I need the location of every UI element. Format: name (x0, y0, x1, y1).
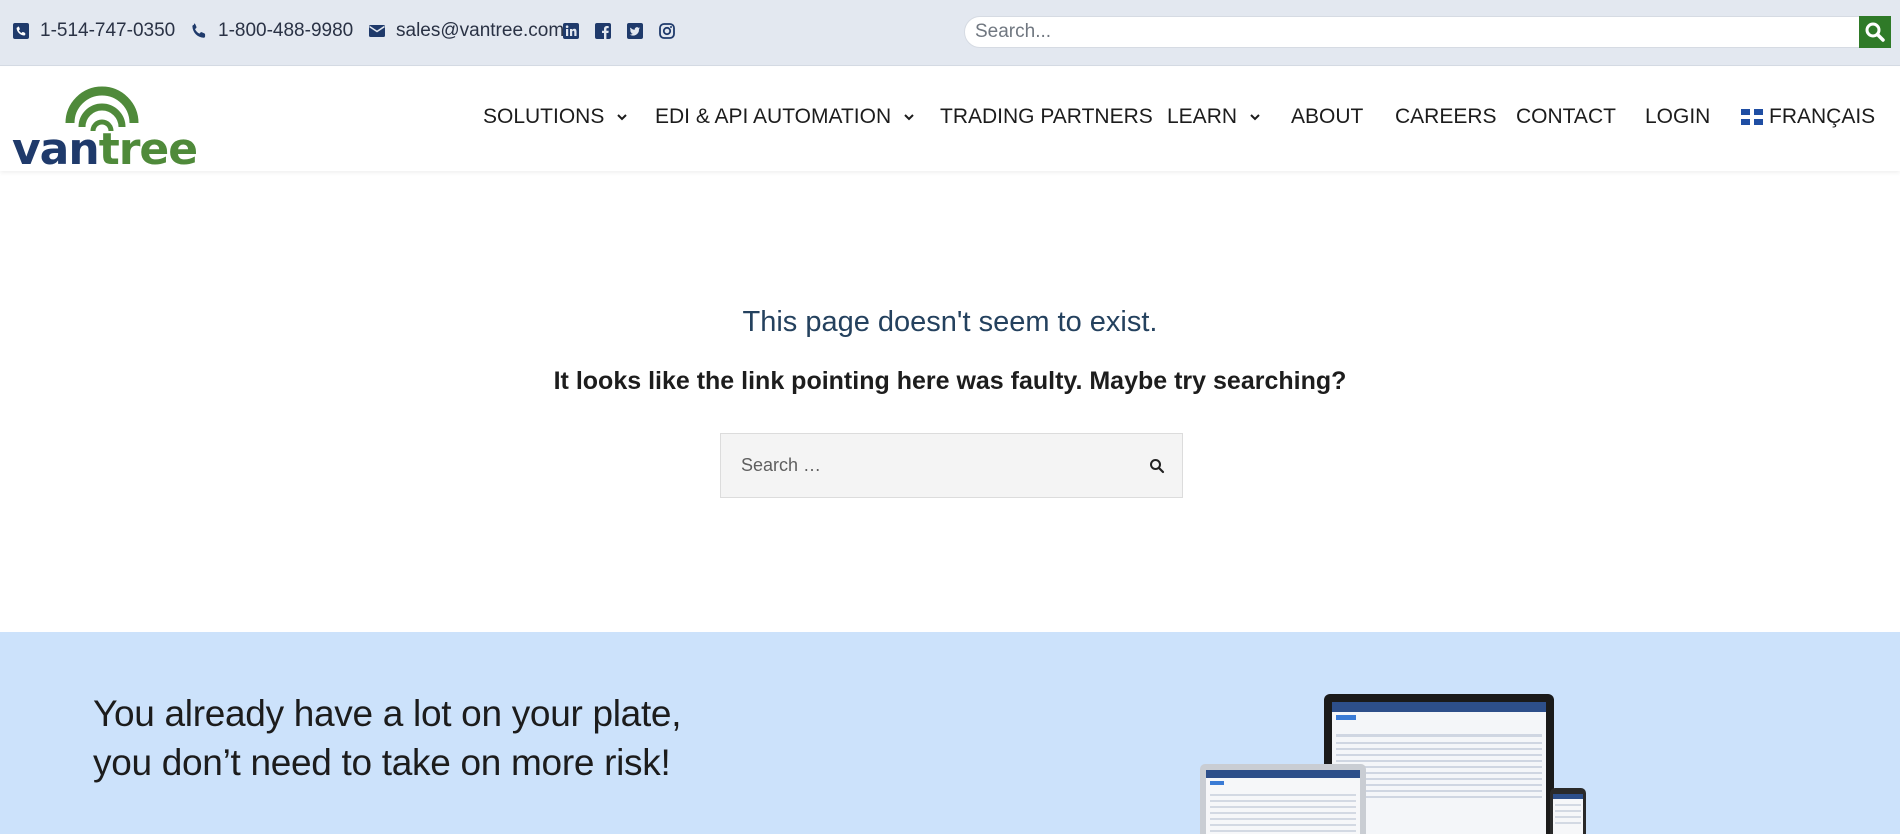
page-search-form (720, 433, 1183, 498)
phone-square-icon (12, 22, 30, 40)
vantree-logo[interactable]: vantree (12, 77, 218, 175)
banner-heading-line1: You already have a lot on your plate, (93, 693, 682, 734)
email-link[interactable]: sales@vantree.com (368, 20, 564, 42)
twitter-icon[interactable] (626, 22, 644, 40)
nav-francais-label: FRANÇAIS (1769, 105, 1876, 128)
email-text: sales@vantree.com (396, 20, 565, 41)
svg-text:vantree: vantree (12, 124, 197, 165)
nav-contact-label: CONTACT (1516, 105, 1616, 128)
page-search-button[interactable] (1145, 454, 1169, 478)
nav-edi-label: EDI & API AUTOMATION (655, 105, 892, 128)
nav-language-francais[interactable]: FRANÇAIS (1741, 105, 1875, 129)
page-search-input[interactable] (721, 434, 1121, 497)
phone-local-text: 1-514-747-0350 (40, 20, 176, 41)
nav-learn[interactable]: LEARN (1167, 105, 1261, 129)
banner-heading: You already have a lot on your plate, yo… (93, 689, 681, 787)
search-icon (1149, 458, 1165, 474)
nav-solutions-label: SOLUTIONS (483, 105, 605, 128)
search-icon (1864, 21, 1886, 43)
promo-banner: You already have a lot on your plate, yo… (0, 632, 1900, 834)
nav-contact[interactable]: CONTACT (1516, 105, 1616, 129)
nav-trading-partners-label: TRADING PARTNERS (940, 105, 1153, 128)
nav-solutions[interactable]: SOLUTIONS (483, 105, 628, 129)
page-title: This page doesn't seem to exist. (742, 306, 1158, 338)
facebook-icon[interactable] (594, 22, 612, 40)
chevron-down-icon (903, 111, 915, 123)
chevron-down-icon (616, 111, 628, 123)
linkedin-icon[interactable] (562, 22, 580, 40)
top-search-input[interactable] (964, 16, 1861, 48)
instagram-icon[interactable] (658, 22, 676, 40)
nav-login[interactable]: LOGIN (1645, 105, 1710, 129)
phone-local-link[interactable]: 1-514-747-0350 (12, 20, 175, 42)
nav-about-label: ABOUT (1291, 105, 1364, 128)
nav-careers-label: CAREERS (1395, 105, 1497, 128)
devices-illustration (1200, 694, 1586, 834)
quebec-flag-icon (1741, 109, 1763, 125)
nav-about[interactable]: ABOUT (1291, 105, 1363, 129)
nav-trading-partners[interactable]: TRADING PARTNERS (940, 105, 1153, 129)
envelope-icon (368, 22, 386, 40)
site-header: vantree SOLUTIONS EDI & API AUTOMATION T… (0, 67, 1900, 175)
nav-learn-label: LEARN (1167, 105, 1238, 128)
top-search-button[interactable] (1859, 16, 1891, 48)
phone-icon (190, 22, 208, 40)
page-subtitle: It looks like the link pointing here was… (553, 367, 1347, 395)
chevron-down-icon (1249, 111, 1261, 123)
phone-tollfree-link[interactable]: 1-800-488-9980 (190, 20, 353, 42)
phone-tollfree-text: 1-800-488-9980 (218, 20, 354, 41)
nav-careers[interactable]: CAREERS (1395, 105, 1497, 129)
nav-edi-api-automation[interactable]: EDI & API AUTOMATION (655, 105, 915, 129)
top-bar: 1-514-747-0350 1-800-488-9980 sales@vant… (0, 0, 1900, 66)
banner-heading-line2: you don’t need to take on more risk! (93, 742, 671, 783)
nav-login-label: LOGIN (1645, 105, 1711, 128)
